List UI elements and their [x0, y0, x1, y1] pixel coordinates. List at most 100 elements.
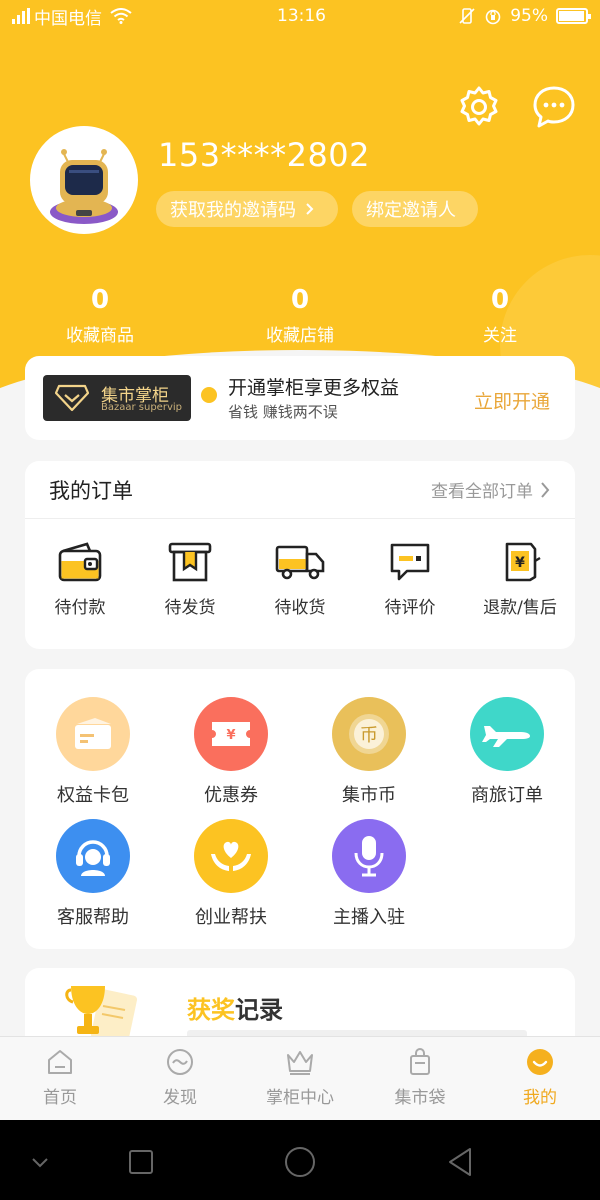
vibrate-icon: [459, 8, 475, 24]
orders-card: 我的订单 查看全部订单 待付款 待发货 待收货 待评价 ¥ 退款/售后: [25, 461, 575, 649]
vip-promo-card[interactable]: 集市掌柜 Bazaar supervip 开通掌柜享更多权益 省钱 赚钱两不误 …: [25, 356, 575, 440]
wifi-icon: [110, 8, 132, 24]
order-pending-shipment[interactable]: 待发货: [135, 541, 245, 618]
stat-label: 收藏商品: [66, 326, 134, 346]
stat-value: 0: [290, 285, 310, 315]
order-label: 待发货: [164, 598, 216, 618]
vip-title: 开通掌柜享更多权益: [228, 377, 400, 399]
tab-label: 掌柜中心: [266, 1088, 334, 1108]
chat-bubble-icon: [533, 86, 575, 128]
profile-icon: [527, 1049, 553, 1075]
avatar[interactable]: [30, 126, 138, 234]
invite-code-button[interactable]: 获取我的邀请码: [156, 191, 338, 227]
back-icon[interactable]: [440, 1142, 480, 1182]
order-label: 待收货: [274, 598, 326, 618]
order-label: 退款/售后: [483, 598, 557, 618]
service-label: 客服帮助: [57, 907, 129, 928]
service-label: 集市币: [342, 785, 396, 806]
stat-favorite-goods[interactable]: 0 收藏商品: [20, 285, 180, 346]
vip-badge: 集市掌柜 Bazaar supervip: [43, 375, 217, 421]
tab-label: 首页: [43, 1088, 77, 1108]
stat-favorite-shops[interactable]: 0 收藏店铺: [220, 285, 380, 346]
badge-decoration: [201, 387, 217, 403]
bind-inviter-button[interactable]: 绑定邀请人: [352, 191, 478, 227]
vip-open-button[interactable]: 立即开通: [474, 387, 550, 414]
chevron-down-icon[interactable]: [20, 1142, 60, 1182]
stat-value: 0: [490, 285, 510, 315]
tab-label: 发现: [163, 1088, 197, 1108]
service-travel-orders[interactable]: 商旅订单: [447, 697, 567, 807]
bottom-tab-bar: 首页 发现 掌柜中心 集市袋 我的: [0, 1036, 600, 1120]
service-card-wallet[interactable]: 权益卡包: [33, 697, 153, 807]
chevron-right-icon: [306, 203, 314, 215]
gear-icon: [460, 86, 498, 126]
service-label: 商旅订单: [471, 785, 543, 806]
settings-button[interactable]: [456, 84, 502, 130]
carrier-label: 中国电信: [34, 8, 102, 29]
svg-text:¥: ¥: [515, 555, 525, 571]
status-bar: 中国电信 13:16 95%: [0, 0, 600, 32]
award-title: 获奖记录: [187, 990, 283, 1025]
stat-value: 0: [90, 285, 110, 315]
orders-header: 我的订单 查看全部订单: [25, 461, 575, 519]
coin-icon: 币: [332, 697, 406, 771]
wallet-icon: [58, 542, 102, 582]
tab-mine[interactable]: 我的: [490, 1047, 590, 1108]
recent-apps-icon[interactable]: [121, 1142, 161, 1182]
headset-icon: [56, 819, 130, 893]
battery-percent: 95%: [510, 6, 548, 26]
tab-market-bag[interactable]: 集市袋: [370, 1047, 470, 1108]
alarm-icon: [485, 9, 501, 25]
tab-shopkeeper-center[interactable]: 掌柜中心: [250, 1047, 350, 1108]
order-pending-receipt[interactable]: 待收货: [245, 541, 355, 618]
comment-icon: [390, 543, 430, 581]
heart-hands-icon: [194, 819, 268, 893]
microphone-icon: [332, 819, 406, 893]
invite-code-label: 获取我的邀请码: [170, 200, 296, 221]
view-all-orders-label: 查看全部订单: [431, 482, 533, 502]
order-pending-payment[interactable]: 待付款: [25, 541, 135, 618]
coupon-icon: ¥: [194, 697, 268, 771]
signal-icon: [12, 8, 30, 24]
truck-icon: [275, 545, 325, 580]
messages-button[interactable]: [531, 84, 577, 130]
tab-home[interactable]: 首页: [10, 1047, 110, 1108]
stat-following[interactable]: 0 关注: [420, 285, 580, 346]
service-customer-help[interactable]: 客服帮助: [33, 819, 153, 929]
tab-discover[interactable]: 发现: [130, 1047, 230, 1108]
service-label: 优惠券: [204, 785, 258, 806]
vip-subtitle: 省钱 赚钱两不误: [228, 403, 338, 421]
user-phone: 153****2802: [158, 136, 371, 174]
battery-icon: [556, 8, 591, 24]
bind-inviter-label: 绑定邀请人: [366, 200, 456, 221]
crown-icon: [287, 1051, 313, 1075]
award-title-highlight: 获奖: [187, 996, 235, 1024]
discover-icon: [167, 1049, 193, 1075]
service-label: 主播入驻: [333, 907, 405, 928]
clock: 13:16: [277, 6, 326, 26]
order-refund-aftersale[interactable]: ¥ 退款/售后: [465, 541, 575, 618]
home-button-icon[interactable]: [280, 1142, 320, 1182]
service-coins[interactable]: 币 集市币: [309, 697, 429, 807]
service-streamer-join[interactable]: 主播入驻: [309, 819, 429, 929]
view-all-orders-link[interactable]: 查看全部订单: [431, 477, 551, 502]
stat-label: 关注: [483, 326, 517, 346]
order-pending-review[interactable]: 待评价: [355, 541, 465, 618]
services-card: 权益卡包 ¥ 优惠券 币 集市币 商旅订单 客服帮助 创业帮扶 主播入驻: [25, 669, 575, 949]
vip-badge-sub: Bazaar supervip: [101, 402, 182, 413]
orders-row: 待付款 待发货 待收货 待评价 ¥ 退款/售后: [25, 519, 575, 649]
service-coupons[interactable]: ¥ 优惠券: [171, 697, 291, 807]
airplane-icon: [470, 697, 544, 771]
tab-label: 集市袋: [394, 1088, 446, 1108]
orders-title: 我的订单: [49, 478, 133, 503]
bag-icon: [410, 1048, 430, 1075]
system-nav-bar: [0, 1120, 600, 1200]
diamond-icon: [55, 384, 89, 412]
award-title-rest: 记录: [235, 996, 283, 1024]
home-icon: [48, 1050, 72, 1074]
stat-label: 收藏店铺: [266, 326, 334, 346]
robot-avatar-icon: [34, 130, 134, 230]
refund-icon: ¥: [505, 542, 541, 582]
service-startup-support[interactable]: 创业帮扶: [171, 819, 291, 929]
chevron-right-icon: [541, 481, 550, 498]
